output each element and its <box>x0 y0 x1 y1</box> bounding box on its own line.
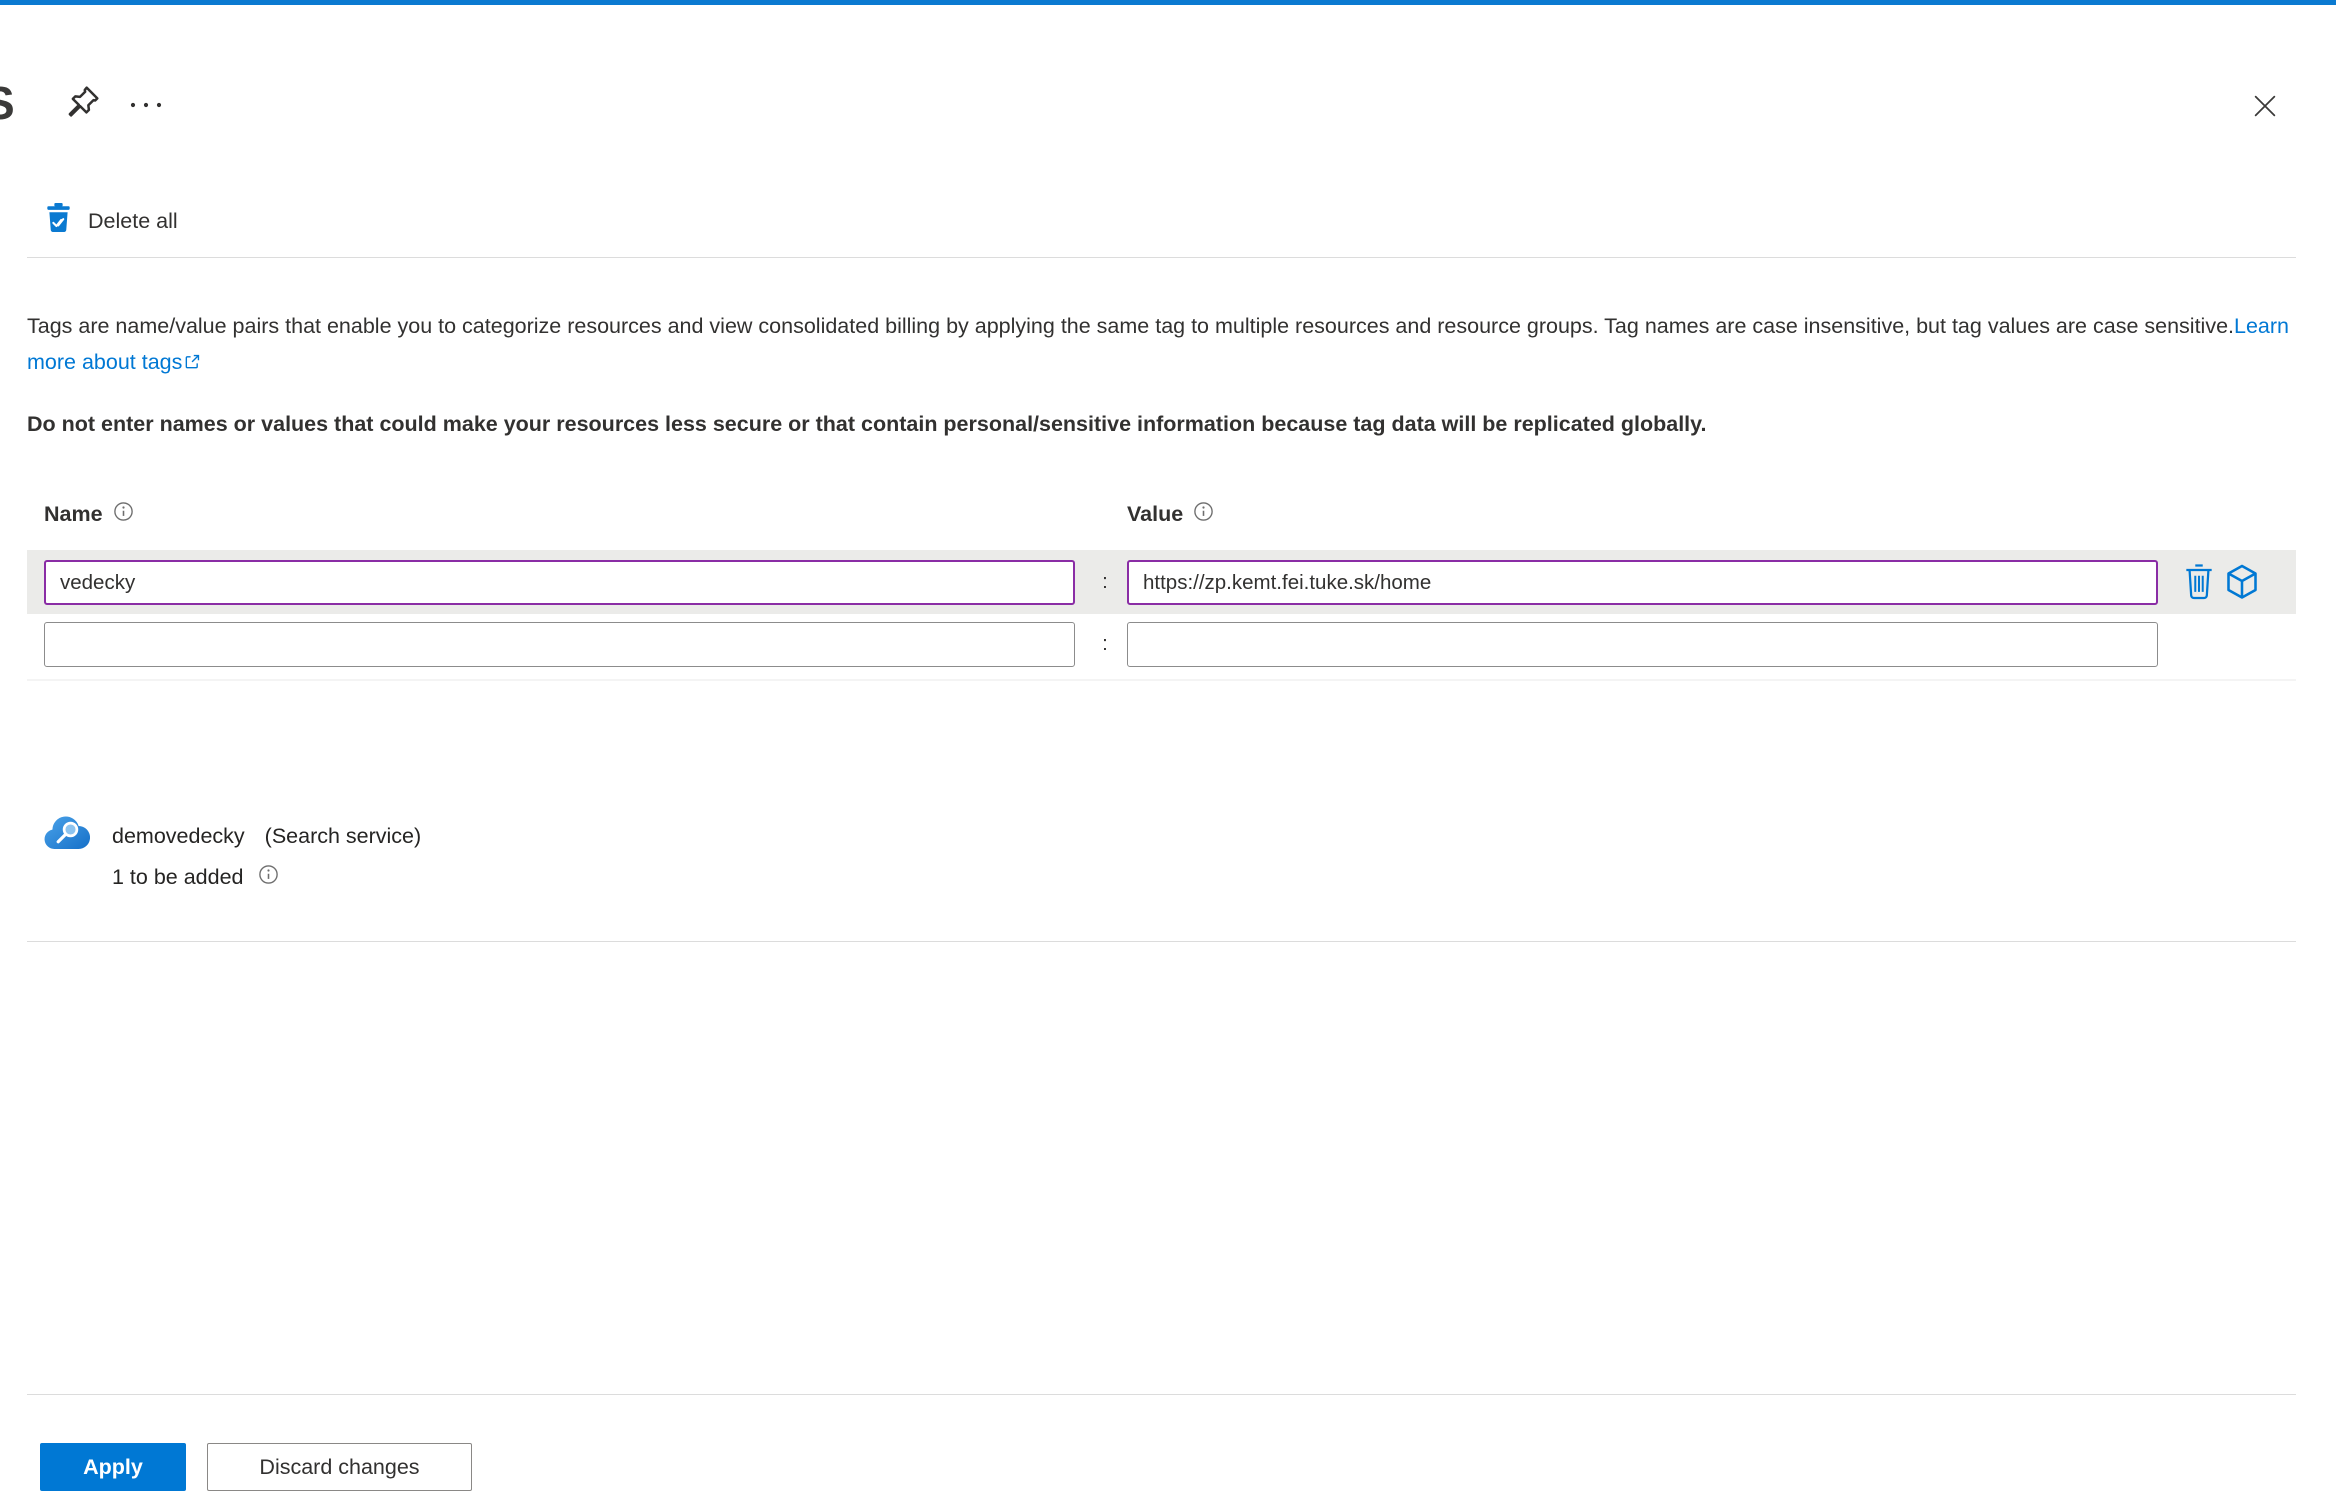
ellipsis-icon <box>128 98 164 115</box>
pin-icon <box>63 82 103 125</box>
value-header-label: Value <box>1127 502 1184 526</box>
resource-status: 1 to be added <box>112 865 244 889</box>
resource-status-row: 1 to be added <box>112 864 279 891</box>
trash-icon <box>2184 564 2214 603</box>
tag-value-input-row2[interactable] <box>1127 622 2158 667</box>
portal-top-accent-bar <box>0 0 2336 5</box>
tag-value-input-row1[interactable] <box>1127 560 2158 605</box>
tags-description: Tags are name/value pairs that enable yo… <box>27 308 2302 381</box>
close-icon <box>2250 91 2280 124</box>
tag-name-input-row2[interactable] <box>44 622 1075 667</box>
divider <box>27 1394 2296 1395</box>
value-column-header: Value <box>1127 501 1214 528</box>
cube-icon <box>2224 564 2260 604</box>
resource-type: (Search service) <box>264 824 422 848</box>
close-button[interactable] <box>2242 84 2288 130</box>
delete-all-label: Delete all <box>88 208 178 233</box>
info-icon[interactable] <box>258 864 279 891</box>
discard-changes-button[interactable]: Discard changes <box>207 1443 472 1491</box>
tags-description-text: Tags are name/value pairs that enable yo… <box>27 314 2234 338</box>
resource-name: demovedecky <box>112 824 245 848</box>
search-service-icon <box>42 815 91 853</box>
more-options-button[interactable] <box>124 86 168 126</box>
pin-button[interactable] <box>60 80 106 126</box>
info-icon[interactable] <box>113 501 134 528</box>
name-column-header: Name <box>44 501 134 528</box>
divider <box>27 257 2296 258</box>
tag-name-input-row1[interactable] <box>44 560 1075 605</box>
name-header-label: Name <box>44 502 103 526</box>
external-link-icon <box>184 345 201 381</box>
delete-tag-row-button[interactable] <box>2182 564 2216 602</box>
resource-scope-button[interactable] <box>2222 562 2262 604</box>
divider <box>27 941 2296 942</box>
apply-button[interactable]: Apply <box>40 1443 186 1491</box>
divider <box>27 679 2296 681</box>
resource-row: demovedecky (Search service) <box>112 824 421 849</box>
page-title-fragment: S <box>0 76 15 130</box>
name-value-separator: : <box>1102 570 1108 593</box>
name-value-separator: : <box>1102 632 1108 655</box>
security-warning-text: Do not enter names or values that could … <box>27 412 1707 436</box>
delete-all-icon <box>46 203 71 239</box>
delete-all-button[interactable]: Delete all <box>46 203 178 239</box>
info-icon[interactable] <box>1193 501 1214 528</box>
